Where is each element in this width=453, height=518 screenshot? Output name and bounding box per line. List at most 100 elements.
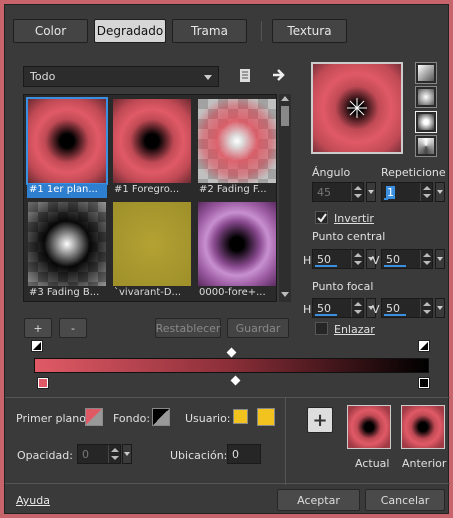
gradient-caption: `vivarant-D... [114, 287, 182, 298]
user-swatch-small[interactable] [233, 409, 248, 424]
opacity-stop-icon [420, 342, 428, 350]
center-v-label: V [372, 254, 380, 267]
gradient-thumb[interactable]: #2 Fading F... [197, 98, 276, 198]
gradient-preview [26, 97, 108, 185]
gradient-thumb[interactable]: #1 Foregro... [112, 98, 192, 198]
invert-label[interactable]: Invertir [334, 212, 374, 225]
angle-dropdown[interactable] [366, 182, 376, 202]
current-label: Actual [355, 457, 390, 470]
focal-v-slider-fill [384, 314, 406, 316]
cancel-button[interactable]: Cancelar [365, 489, 445, 511]
color-stop-start[interactable] [37, 377, 49, 389]
foreground-swatch[interactable] [85, 408, 103, 426]
gradient-preview-large[interactable] [311, 62, 403, 154]
opacity-midpoint[interactable] [226, 347, 237, 358]
library-scrollbar[interactable] [279, 94, 291, 302]
gradient-caption: #1 Foregro... [114, 184, 180, 195]
previous-label: Anterior [402, 457, 447, 470]
library-icon[interactable] [238, 68, 252, 84]
focal-v-value: 50 [386, 301, 400, 315]
tab-color[interactable]: Color [13, 19, 88, 43]
sunburst-style-button[interactable] [415, 111, 437, 133]
gradient-caption: #2 Fading F... [199, 184, 267, 195]
focal-h-label: H [303, 303, 312, 316]
spin-arrows-icon[interactable] [351, 299, 363, 317]
gradient-editor-bar[interactable] [34, 358, 429, 373]
spin-arrows-icon[interactable] [420, 250, 432, 268]
category-dropdown[interactable]: Todo [23, 66, 219, 87]
help-link[interactable]: Ayuda [16, 494, 50, 507]
chevron-down-icon [204, 75, 212, 80]
background-swatch[interactable] [152, 408, 170, 426]
material-properties-dialog: Color Degradado Trama Textura Todo #1 1e… [4, 4, 450, 514]
spin-arrows-icon[interactable] [420, 299, 432, 317]
link-checkbox[interactable] [315, 322, 328, 335]
angle-input[interactable]: 45 [312, 182, 364, 202]
gradient-preview [198, 99, 276, 183]
user-label: Usuario: [185, 412, 231, 425]
focal-h-slider-fill [315, 314, 337, 316]
focal-h-input[interactable]: 50 [312, 298, 364, 318]
add-gradient-button[interactable]: + [24, 318, 52, 338]
invert-checkbox[interactable] [315, 211, 328, 224]
color-stop-end[interactable] [418, 377, 430, 389]
foreground-label: Primer plano: [16, 412, 90, 425]
scrollbar-thumb[interactable] [281, 106, 289, 126]
opacity-label: Opacidad: [17, 449, 73, 462]
tab-pattern[interactable]: Trama [172, 19, 247, 43]
color-stop-swatch [420, 379, 428, 387]
linear-style-button[interactable] [415, 62, 437, 84]
previous-material-swatch[interactable] [401, 405, 445, 449]
scroll-down-icon[interactable] [281, 292, 289, 297]
location-label: Ubicación: [170, 449, 228, 462]
center-h-input[interactable]: 50 [312, 249, 364, 269]
gradient-thumb[interactable]: 0000-fore+... [197, 201, 276, 301]
center-v-input[interactable]: 50 [381, 249, 433, 269]
spin-arrows-icon[interactable] [108, 445, 120, 463]
opacity-stop-end[interactable] [418, 340, 430, 352]
location-input[interactable]: 0 [227, 444, 261, 464]
sunburst-style-icon [418, 114, 434, 130]
add-to-swatches-button[interactable]: + [307, 407, 333, 433]
tab-divider [261, 21, 262, 41]
radial-style-button[interactable] [415, 135, 437, 157]
reset-button[interactable]: Restablecer [155, 318, 221, 338]
tab-texture[interactable]: Textura [272, 19, 347, 43]
current-material-swatch[interactable] [347, 405, 391, 449]
spin-arrows-icon[interactable] [351, 183, 363, 201]
link-label[interactable]: Enlazar [334, 323, 375, 336]
angle-value: 45 [317, 185, 331, 199]
focal-h-value: 50 [317, 301, 331, 315]
rectangular-style-icon [418, 89, 434, 105]
tab-gradient[interactable]: Degradado [94, 19, 166, 43]
save-gradient-button[interactable]: Guardar [227, 318, 289, 338]
spin-arrows-icon[interactable] [420, 183, 432, 201]
scroll-up-icon[interactable] [281, 96, 289, 101]
gradient-preview [113, 99, 191, 183]
location-value: 0 [232, 447, 239, 461]
repeats-dropdown[interactable] [435, 182, 445, 202]
gradient-thumb[interactable]: `vivarant-D... [112, 201, 192, 301]
remove-gradient-button[interactable]: - [59, 318, 87, 338]
focal-v-input[interactable]: 50 [381, 298, 433, 318]
opacity-stop-start[interactable] [31, 340, 43, 352]
spin-arrows-icon[interactable] [351, 250, 363, 268]
repeats-input[interactable]: 1 [381, 182, 433, 202]
opacity-stop-icon [33, 342, 41, 350]
gradient-preview [28, 202, 106, 286]
rectangular-style-button[interactable] [415, 86, 437, 108]
gradient-thumb[interactable]: #1 1er plan... [26, 97, 108, 198]
repeats-value: 1 [386, 185, 395, 199]
focal-v-dropdown[interactable] [435, 298, 445, 318]
center-point-label: Punto central [312, 230, 386, 243]
user-swatch[interactable] [257, 408, 275, 426]
opacity-input[interactable]: 0 [77, 444, 121, 464]
opacity-dropdown[interactable] [122, 444, 132, 464]
gradient-thumb[interactable]: #3 Fading B... [27, 201, 107, 301]
center-point-icon[interactable] [347, 98, 367, 118]
ok-button[interactable]: Aceptar [277, 489, 360, 511]
center-v-value: 50 [386, 252, 400, 266]
arrow-right-icon[interactable] [271, 67, 287, 83]
color-midpoint[interactable] [230, 375, 241, 386]
center-v-dropdown[interactable] [435, 249, 445, 269]
